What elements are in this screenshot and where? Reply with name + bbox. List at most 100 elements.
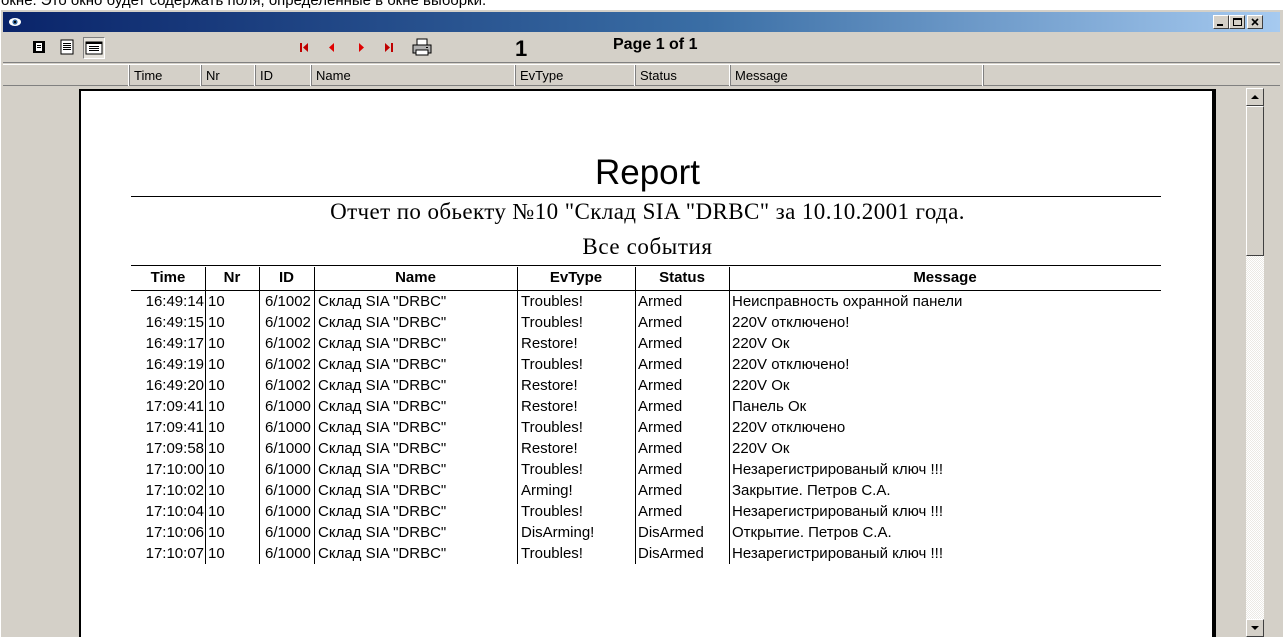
page-width-view-button[interactable] — [57, 37, 79, 59]
cell-nr: 10 — [205, 501, 259, 522]
cell-id: 6/1000 — [259, 522, 314, 543]
cell-status: Armed — [635, 438, 729, 459]
first-page-button[interactable] — [294, 37, 316, 59]
title-bar[interactable] — [3, 12, 1280, 32]
cell-evtype: Restore! — [517, 333, 635, 354]
cell-name: Склад SIA "DRBC" — [314, 396, 517, 417]
table-row: 16:49:15 10 6/1002 Склад SIA "DRBC" Troubles… — [81, 312, 1214, 333]
cell-message: 220V Ок — [729, 375, 1161, 396]
cell-name: Склад SIA "DRBC" — [314, 480, 517, 501]
header-divider — [635, 267, 636, 291]
table-header-evtype: EvType — [549, 269, 603, 286]
cell-status: Armed — [635, 312, 729, 333]
table-row: 16:49:17 10 6/1002 Склад SIA "DRBC" Restore!… — [81, 333, 1214, 354]
cell-evtype: Troubles! — [517, 417, 635, 438]
report-subtitle-events: Все события — [582, 234, 713, 259]
cell-evtype: Arming! — [517, 480, 635, 501]
cell-time: 16:49:20 — [145, 377, 204, 394]
cell-time: 17:09:41 — [145, 398, 204, 415]
table-header-id: ID — [279, 269, 294, 286]
cell-nr: 10 — [205, 438, 259, 459]
cell-nr: 10 — [205, 417, 259, 438]
first-page-icon — [300, 43, 308, 52]
scroll-up-button[interactable] — [1246, 88, 1264, 106]
cell-message: 220V Ок — [729, 438, 1161, 459]
table-row: 16:49:19 10 6/1002 Склад SIA "DRBC" Troubles… — [81, 354, 1214, 375]
report-subtitle: Отчет по обьекту №10 "Склад SIA "DRBC" з… — [330, 199, 965, 224]
cell-message: Открытие. Петров С.А. — [729, 522, 1161, 543]
cell-status: Armed — [635, 354, 729, 375]
subtitle-rule — [131, 265, 1161, 266]
cell-nr: 10 — [205, 396, 259, 417]
single-page-view-button[interactable] — [29, 37, 51, 59]
table-row: 17:09:41 10 6/1000 Склад SIA "DRBC" Troubles… — [81, 417, 1214, 438]
cell-time: 16:49:15 — [145, 314, 204, 331]
cell-id: 6/1000 — [259, 480, 314, 501]
next-page-button[interactable] — [351, 37, 373, 59]
full-page-view-button[interactable] — [83, 37, 105, 59]
column-header-name[interactable]: Name — [312, 65, 516, 86]
cell-status: Armed — [635, 375, 729, 396]
column-header-bar: Time Nr ID Name EvType Status Message — [3, 64, 1280, 86]
cell-name: Склад SIA "DRBC" — [314, 354, 517, 375]
cell-id: 6/1002 — [259, 375, 314, 396]
table-row: 17:09:58 10 6/1000 Склад SIA "DRBC" Restore!… — [81, 438, 1214, 459]
cell-evtype: Restore! — [517, 438, 635, 459]
print-button[interactable] — [411, 37, 433, 59]
table-row: 17:10:04 10 6/1000 Склад SIA "DRBC" Troubles… — [81, 501, 1214, 522]
cell-status: DisArmed — [635, 543, 729, 564]
maximize-button[interactable] — [1229, 15, 1245, 29]
column-header-message[interactable]: Message — [731, 65, 984, 86]
vertical-scrollbar[interactable] — [1246, 88, 1264, 637]
cell-nr: 10 — [205, 312, 259, 333]
table-row: 17:09:41 10 6/1000 Склад SIA "DRBC" Restore!… — [81, 396, 1214, 417]
cell-message: 220V Ок — [729, 333, 1161, 354]
last-page-button[interactable] — [379, 37, 401, 59]
cell-time: 17:10:04 — [145, 503, 204, 520]
header-divider — [259, 267, 260, 291]
scroll-thumb[interactable] — [1246, 106, 1264, 256]
column-header-evtype[interactable]: EvType — [516, 65, 636, 86]
cell-nr: 10 — [205, 480, 259, 501]
column-header-time[interactable]: Time — [130, 65, 202, 86]
table-row: 17:10:06 10 6/1000 Склад SIA "DRBC" DisArmin… — [81, 522, 1214, 543]
single-page-icon — [33, 41, 45, 53]
cell-id: 6/1002 — [259, 312, 314, 333]
column-header-nr[interactable]: Nr — [202, 65, 256, 86]
header-divider — [729, 267, 730, 291]
cell-evtype: Troubles! — [517, 459, 635, 480]
column-header-id[interactable]: ID — [256, 65, 312, 86]
cell-status: Armed — [635, 417, 729, 438]
close-button[interactable] — [1247, 15, 1263, 29]
cell-nr: 10 — [205, 291, 259, 312]
cell-evtype: Restore! — [517, 396, 635, 417]
cell-message: Незарегистрированый ключ !!! — [729, 543, 1161, 564]
cell-id: 6/1000 — [259, 438, 314, 459]
cell-message: Незарегистрированый ключ !!! — [729, 459, 1161, 480]
column-header-status[interactable]: Status — [636, 65, 731, 86]
table-header-name: Name — [395, 269, 436, 286]
page-count-label: Page 1 of 1 — [613, 36, 698, 53]
cell-evtype: Troubles! — [517, 543, 635, 564]
cell-message: Панель Ок — [729, 396, 1161, 417]
page-width-icon — [60, 39, 74, 55]
cell-id: 6/1002 — [259, 291, 314, 312]
prev-page-icon — [329, 43, 334, 52]
table-row: 16:49:20 10 6/1002 Склад SIA "DRBC" Restore!… — [81, 375, 1214, 396]
cell-time: 16:49:14 — [145, 293, 204, 310]
cell-status: Armed — [635, 396, 729, 417]
arrow-down-icon — [1251, 626, 1259, 630]
minimize-button[interactable] — [1213, 15, 1229, 29]
cell-name: Склад SIA "DRBC" — [314, 501, 517, 522]
report-page: Report Отчет по обьекту №10 "Склад SIA "… — [79, 89, 1212, 637]
eye-icon — [9, 18, 21, 26]
cell-name: Склад SIA "DRBC" — [314, 291, 517, 312]
header-divider — [517, 267, 518, 291]
previous-page-button[interactable] — [322, 37, 344, 59]
table-row: 17:10:00 10 6/1000 Склад SIA "DRBC" Troubles… — [81, 459, 1214, 480]
cell-message: 220V отключено — [729, 417, 1161, 438]
cell-time: 17:10:00 — [145, 461, 204, 478]
cell-evtype: DisArming! — [517, 522, 635, 543]
cell-name: Склад SIA "DRBC" — [314, 522, 517, 543]
scroll-down-button[interactable] — [1246, 619, 1264, 637]
